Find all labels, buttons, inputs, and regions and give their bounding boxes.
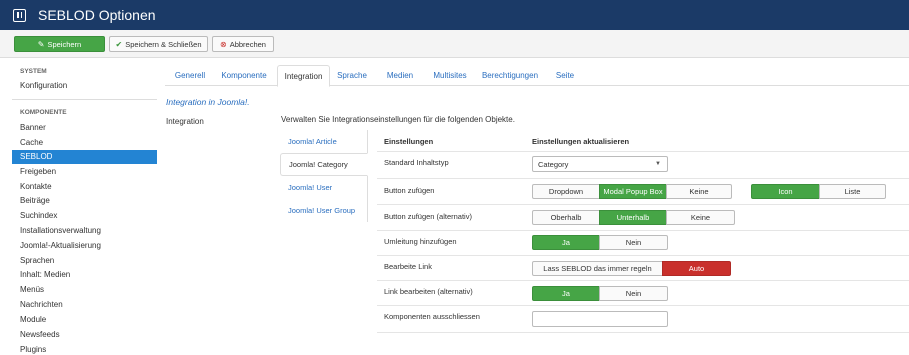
add-button-option-dropdown[interactable]: Dropdown	[532, 184, 600, 199]
edit-link-option-seblod[interactable]: Lass SEBLOD das immer regeln	[532, 261, 663, 276]
exclude-components-input[interactable]	[532, 311, 668, 327]
row-divider	[377, 204, 909, 205]
display-option-icon[interactable]: Icon	[751, 184, 820, 199]
edit-icon: ✎	[37, 39, 45, 49]
add-button-option-modal[interactable]: Modal Popup Box	[599, 184, 667, 199]
options-icon	[13, 8, 26, 22]
subnav-joomla-user-group[interactable]: Joomla! User Group	[280, 199, 368, 222]
cancel-button[interactable]: ⊗ Abbrechen	[212, 36, 274, 52]
toolbar: ✎ Speichern ✔ Speichern & Schließen ⊗ Ab…	[0, 30, 909, 58]
tab-medien[interactable]: Medien	[379, 65, 421, 86]
edit-link-alt-option-yes[interactable]: Ja	[532, 286, 600, 301]
label-content-type: Standard Inhaltstyp	[384, 158, 449, 167]
row-divider	[377, 332, 909, 333]
edit-link-option-auto[interactable]: Auto	[662, 261, 731, 276]
content-type-select[interactable]: Category ▼	[532, 156, 668, 172]
tab-integration[interactable]: Integration	[277, 65, 330, 87]
tab-generell[interactable]: Generell	[167, 65, 213, 86]
label-edit-link-alt: Link bearbeiten (alternativ)	[384, 287, 473, 296]
add-button-option-none[interactable]: Keine	[666, 184, 732, 199]
sidebar-item-kontakte[interactable]: Kontakte	[20, 182, 52, 191]
tab-bar: Generell Komponente Integration Sprache …	[165, 65, 909, 87]
row-divider	[377, 305, 909, 306]
redirect-option-yes[interactable]: Ja	[532, 235, 600, 250]
page-title: SEBLOD Optionen	[38, 7, 156, 23]
app-header: SEBLOD Optionen	[0, 0, 909, 30]
sidebar-item-banner[interactable]: Banner	[20, 123, 46, 132]
sidebar-divider	[12, 99, 157, 100]
description-text: Verwalten Sie Integrationseinstellungen …	[281, 115, 515, 124]
row-divider	[377, 280, 909, 281]
sidebar-item-freigeben[interactable]: Freigeben	[20, 167, 56, 176]
position-option-none[interactable]: Keine	[666, 210, 735, 225]
sidebar-heading-system: SYSTEM	[20, 68, 47, 75]
label-exclude-components: Komponenten ausschliessen	[384, 312, 480, 321]
row-divider	[377, 230, 909, 231]
sidebar-item-beitraege[interactable]: Beiträge	[20, 196, 50, 205]
column-header-settings: Einstellungen	[384, 137, 434, 146]
sidebar-item-configuration[interactable]: Konfiguration	[20, 81, 67, 90]
section-label: Integration	[166, 117, 204, 126]
save-close-button[interactable]: ✔ Speichern & Schließen	[109, 36, 208, 52]
subnav-joomla-user[interactable]: Joomla! User	[280, 176, 368, 199]
cancel-icon: ⊗	[220, 39, 227, 49]
redirect-option-no[interactable]: Nein	[599, 235, 668, 250]
sidebar-item-menues[interactable]: Menüs	[20, 285, 44, 294]
sidebar-item-cache[interactable]: Cache	[20, 138, 43, 147]
tab-sprache[interactable]: Sprache	[333, 65, 371, 86]
intro-text: Integration in Joomla!.	[166, 97, 250, 107]
sidebar-item-medien[interactable]: Inhalt: Medien	[20, 270, 70, 279]
display-option-list[interactable]: Liste	[819, 184, 886, 199]
label-edit-link: Bearbeite Link	[384, 262, 432, 271]
row-divider	[377, 151, 909, 152]
label-add-button-alt: Button zufügen (alternativ)	[384, 212, 472, 221]
tab-berechtigungen[interactable]: Berechtigungen	[477, 65, 543, 86]
row-divider	[377, 178, 909, 179]
sidebar-item-installationsverwaltung[interactable]: Installationsverwaltung	[20, 226, 101, 235]
sidebar-item-module[interactable]: Module	[20, 315, 46, 324]
check-icon: ✔	[115, 39, 123, 49]
sidebar-heading-components: KOMPONENTE	[20, 109, 67, 116]
tab-komponente[interactable]: Komponente	[215, 65, 273, 86]
row-divider	[377, 255, 909, 256]
position-option-below[interactable]: Unterhalb	[599, 210, 667, 225]
save-button[interactable]: ✎ Speichern	[14, 36, 105, 52]
label-add-button: Button zufügen	[384, 186, 435, 195]
column-header-update: Einstellungen aktualisieren	[532, 137, 630, 146]
sidebar-item-seblod[interactable]: SEBLOD	[20, 152, 52, 161]
tab-seite[interactable]: Seite	[547, 65, 583, 86]
position-option-above[interactable]: Oberhalb	[532, 210, 600, 225]
sidebar-item-sprachen[interactable]: Sprachen	[20, 256, 54, 265]
sidebar-item-joomla-update[interactable]: Joomla!-Aktualisierung	[20, 241, 101, 250]
sidebar-item-newsfeeds[interactable]: Newsfeeds	[20, 330, 60, 339]
tab-multisites[interactable]: Multisites	[425, 65, 475, 86]
label-redirect: Umleitung hinzufügen	[384, 237, 457, 246]
sidebar-item-plugins[interactable]: Plugins	[20, 345, 46, 354]
edit-link-alt-option-no[interactable]: Nein	[599, 286, 668, 301]
sidebar-item-nachrichten[interactable]: Nachrichten	[20, 300, 63, 309]
subnav-joomla-article[interactable]: Joomla! Article	[280, 130, 368, 153]
caret-down-icon: ▼	[655, 161, 661, 167]
subnav-joomla-category[interactable]: Joomla! Category	[280, 153, 368, 176]
sidebar-item-suchindex[interactable]: Suchindex	[20, 211, 57, 220]
